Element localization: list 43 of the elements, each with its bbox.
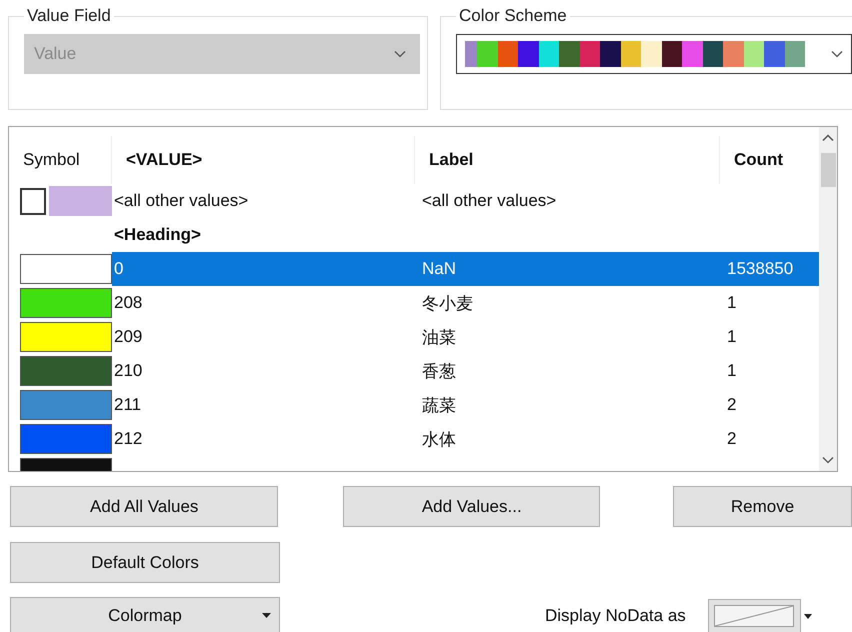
column-header[interactable]: <VALUE> [112, 136, 415, 184]
label-cell-text: 冬小麦 [421, 292, 474, 314]
value-cell[interactable]: 209 [112, 320, 415, 354]
value-cell: <all other values> [114, 191, 248, 211]
column-header[interactable]: Symbol [9, 136, 112, 184]
add-all-values-button[interactable]: Add All Values [10, 486, 278, 527]
label-cell-text: 水体 [421, 428, 457, 450]
remove-button[interactable]: Remove [673, 486, 852, 527]
value-cell[interactable]: 208 [112, 286, 415, 320]
color-scheme-dropdown[interactable] [456, 34, 852, 74]
heading-cell: <Heading> [114, 225, 201, 245]
default-colors-button[interactable]: Default Colors [10, 542, 280, 583]
caret-icon [262, 613, 271, 618]
column-header[interactable]: Label [415, 136, 720, 184]
chevron-icon [394, 50, 406, 58]
chevron-icon [831, 50, 843, 58]
count-cell: 1538850 [720, 252, 819, 286]
group-title: Color Scheme [458, 6, 568, 26]
caret-icon[interactable] [804, 614, 812, 618]
label-cell: NaN [415, 252, 720, 286]
label-cell-text: 蔬菜 [421, 394, 457, 416]
value-cell[interactable]: 212 [112, 422, 415, 456]
column-header[interactable]: Count [720, 136, 819, 184]
nodata-label: Display NoData as [545, 606, 686, 626]
count-cell-text: 1 [726, 292, 738, 314]
label-cell-text: 油菜 [421, 326, 457, 348]
empty-symbol-icon [714, 605, 794, 627]
add-values-button[interactable]: Add Values... [343, 486, 600, 527]
label-cell: <all other values> [422, 191, 556, 211]
group-title: Value Field [26, 6, 112, 26]
count-cell-text: 1 [726, 326, 738, 348]
count-cell-text: 1 [726, 360, 738, 382]
label-cell-text: 香葱 [421, 360, 457, 382]
scroll-thumb[interactable] [820, 153, 836, 187]
scroll-down-icon [822, 456, 834, 464]
count-cell-text: 2 [726, 394, 738, 416]
scroll-up-icon[interactable] [822, 134, 834, 142]
colormap-button[interactable]: Colormap [10, 597, 280, 632]
count-cell-text: 2 [726, 428, 738, 450]
value-cell[interactable]: 210 [112, 354, 415, 388]
scrollbar[interactable] [819, 127, 837, 471]
value-cell[interactable]: 211 [112, 388, 415, 422]
value-cell[interactable]: 0 [112, 252, 415, 286]
